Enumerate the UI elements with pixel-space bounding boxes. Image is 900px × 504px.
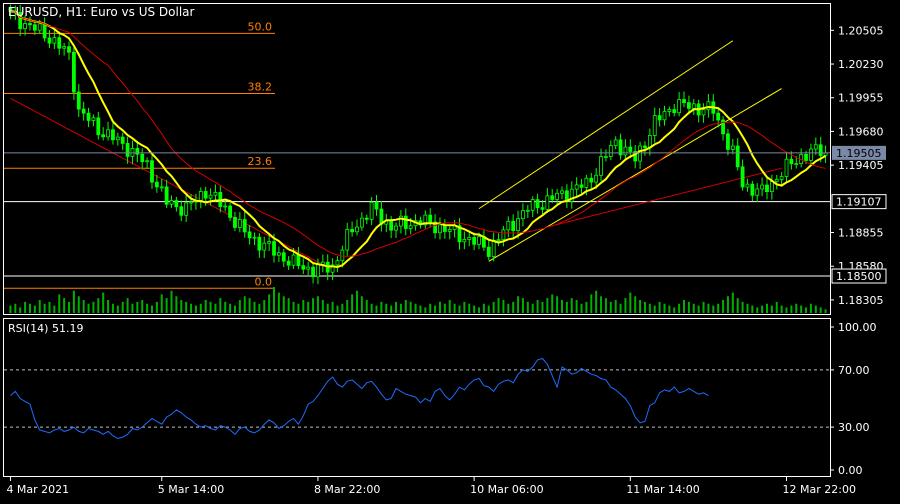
time-tick-label: 4 Mar 2021 — [6, 483, 69, 496]
current-price-label: 1.19505 — [836, 147, 882, 160]
hline-price-label: 1.19107 — [836, 196, 882, 209]
price-tick-label: 1.18305 — [838, 294, 884, 307]
price-tick-label: 1.20505 — [838, 24, 884, 37]
fibo-level-label: 23.6 — [248, 155, 273, 168]
price-axis[interactable]: 1.20505 1.20230 1.19955 1.19680 1.19405 1.188… — [830, 24, 887, 307]
chart-title: EURUSD, H1: Euro vs US Dollar — [8, 5, 195, 19]
fibo-level-label: 0.0 — [255, 275, 273, 288]
rsi-title: RSI(14) 51.19 — [8, 322, 83, 335]
trading-chart-window[interactable]: 50.0 38.2 23.6 0.0 EURUSD, H1: Euro vs US D… — [0, 0, 900, 500]
fibo-level-label: 50.0 — [248, 20, 273, 33]
hline-price-label: 1.18500 — [836, 270, 882, 283]
price-tick-label: 1.19405 — [838, 159, 884, 172]
rsi-tick-label: 100.00 — [838, 321, 877, 334]
time-tick-label: 8 Mar 22:00 — [314, 483, 380, 496]
time-tick-label: 5 Mar 14:00 — [158, 483, 224, 496]
price-tick-label: 1.19955 — [838, 92, 884, 105]
price-tick-label: 1.19680 — [838, 125, 884, 138]
time-tick-label: 11 Mar 14:00 — [626, 483, 699, 496]
time-tick-label: 12 Mar 22:00 — [783, 483, 856, 496]
rsi-tick-label: 70.00 — [838, 364, 870, 377]
rsi-tick-label: 0.00 — [838, 464, 863, 477]
candle — [71, 45, 76, 100]
background — [0, 0, 900, 500]
rsi-tick-label: 30.00 — [838, 421, 870, 434]
price-tick-label: 1.18855 — [838, 227, 884, 240]
chart-canvas[interactable]: 50.0 38.2 23.6 0.0 EURUSD, H1: Euro vs US D… — [0, 0, 900, 500]
fibo-level-label: 38.2 — [248, 80, 273, 93]
time-tick-label: 10 Mar 06:00 — [470, 483, 543, 496]
price-tick-label: 1.20230 — [838, 58, 884, 71]
